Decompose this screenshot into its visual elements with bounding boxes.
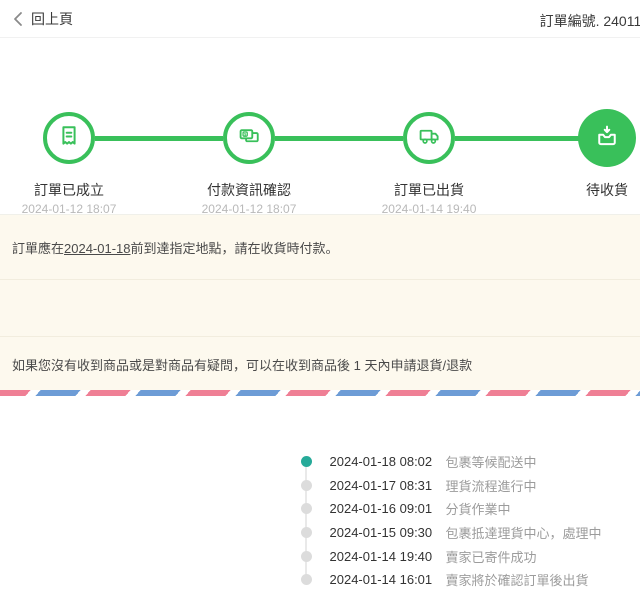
timeline-status: 賣家將於確認訂單後出貨 — [446, 570, 589, 589]
timeline-dot — [301, 503, 312, 514]
step-label: 訂單已出貨 — [359, 180, 499, 200]
return-policy-notice: 如果您沒有收到商品或是對商品有疑問，可以在收到商品後 1 天內申請退貨/退款 — [0, 337, 640, 391]
timeline-dot-active — [301, 456, 312, 467]
timeline-dot — [301, 551, 312, 562]
timeline-row: 2024-01-14 16:01 賣家將於確認訂單後出貨 — [300, 568, 640, 592]
delivery-deadline-notice: 訂單應在2024-01-18前到達指定地點，請在收貨時付款。 — [0, 215, 640, 279]
step-label: 付款資訊確認 — [179, 180, 319, 200]
timeline-time: 2024-01-18 08:02 — [330, 454, 443, 469]
step-awaiting-receipt — [578, 109, 636, 167]
notice-section: 訂單應在2024-01-18前到達指定地點，請在收貨時付款。 如果您沒有收到商品… — [0, 214, 640, 390]
timeline-row: 2024-01-18 08:02 包裹等候配送中 — [300, 450, 640, 474]
timeline-status: 分貨作業中 — [446, 499, 511, 518]
header-bar: 回上頁 訂單編號. 240111 — [0, 0, 640, 38]
step-payment-confirmed: $ — [223, 112, 275, 164]
notice-text-suffix: 前到達指定地點，請在收貨時付款。 — [131, 241, 339, 256]
timeline-dot — [301, 574, 312, 585]
stepper-connector — [95, 136, 223, 141]
stepper-connector — [275, 136, 403, 141]
timeline-time: 2024-01-15 09:30 — [330, 525, 443, 540]
timeline-dot — [301, 480, 312, 491]
step-order-shipped — [403, 112, 455, 164]
step-order-created — [43, 112, 95, 164]
stepper-connector — [455, 136, 579, 141]
timeline-status: 包裹抵達理貨中心，處理中 — [446, 523, 602, 542]
timeline-row: 2024-01-16 09:01 分貨作業中 — [300, 497, 640, 521]
receipt-icon — [55, 122, 83, 155]
step-label: 訂單已成立 — [0, 180, 139, 200]
timeline-row: 2024-01-17 08:31 理貨流程進行中 — [300, 474, 640, 498]
inbox-icon — [592, 121, 622, 156]
divider — [0, 279, 640, 280]
shipping-timeline: 2024-01-18 08:02 包裹等候配送中 2024-01-17 08:3… — [300, 450, 640, 592]
timeline-time: 2024-01-17 08:31 — [330, 478, 443, 493]
delivery-deadline-date: 2024-01-18 — [64, 241, 131, 256]
timeline-time: 2024-01-16 09:01 — [330, 501, 443, 516]
order-number: 訂單編號. 240111 — [540, 11, 640, 31]
timeline-dot — [301, 527, 312, 538]
timeline-row: 2024-01-14 19:40 賣家已寄件成功 — [300, 544, 640, 568]
timeline-status: 理貨流程進行中 — [446, 476, 537, 495]
step-label: 待收貨 — [537, 180, 640, 200]
money-icon: $ — [235, 122, 263, 155]
timeline-status: 賣家已寄件成功 — [446, 547, 537, 566]
timeline-time: 2024-01-14 19:40 — [330, 549, 443, 564]
back-label: 回上頁 — [31, 9, 73, 29]
truck-icon — [415, 122, 443, 155]
timeline-status: 包裹等候配送中 — [446, 452, 537, 471]
chevron-left-icon — [12, 11, 24, 27]
order-progress-stepper: $ 訂單已成立 2024-01-12 1 — [0, 38, 640, 213]
airmail-stripe-divider — [0, 390, 640, 396]
back-button[interactable]: 回上頁 — [12, 9, 73, 29]
timeline-row: 2024-01-15 09:30 包裹抵達理貨中心，處理中 — [300, 521, 640, 545]
notice-text-prefix: 訂單應在 — [12, 241, 64, 256]
order-tracking-page: 回上頁 訂單編號. 240111 $ — [0, 0, 640, 609]
timeline-time: 2024-01-14 16:01 — [330, 572, 443, 587]
